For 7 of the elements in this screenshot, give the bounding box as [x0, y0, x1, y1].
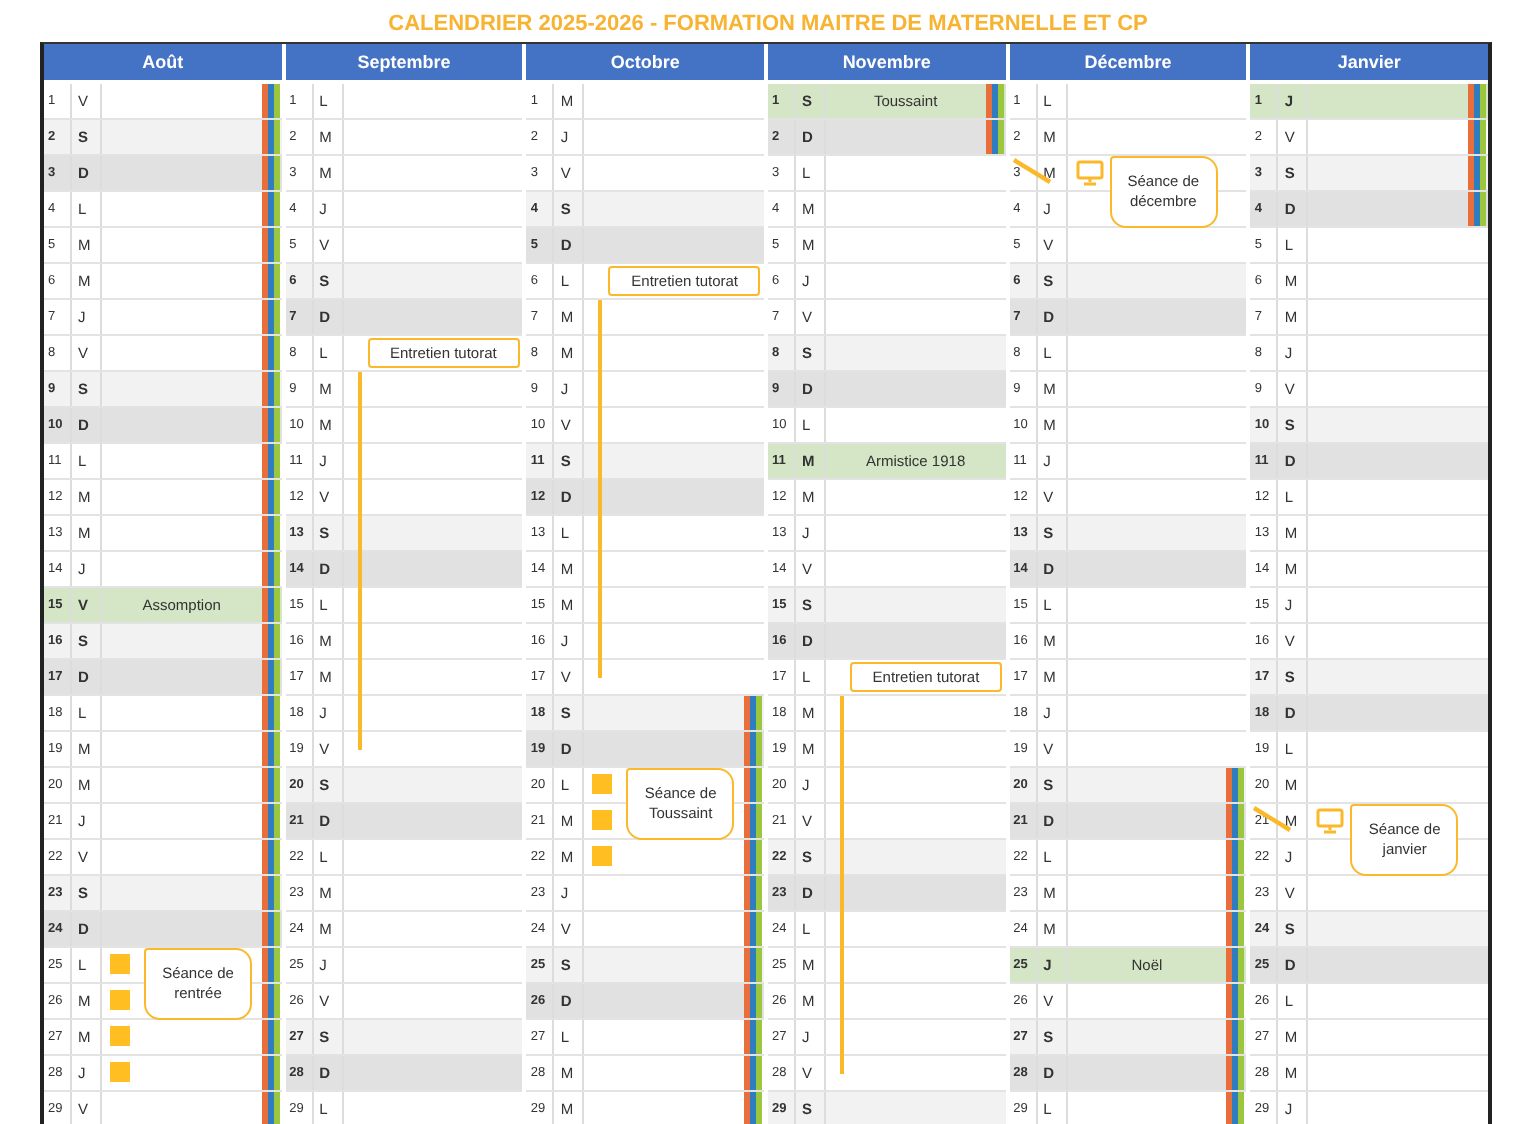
month-header: Octobre [526, 44, 764, 80]
month-header: Novembre [767, 44, 1006, 80]
month-header: Septembre [285, 44, 523, 80]
calendar-title: CALENDRIER 2025-2026 - FORMATION MAITRE DE MATERNELLE ET CP [388, 10, 1148, 40]
month-header: Août [44, 44, 282, 80]
month-header: Décembre [1009, 44, 1247, 80]
month-header: Janvier [1250, 44, 1488, 80]
